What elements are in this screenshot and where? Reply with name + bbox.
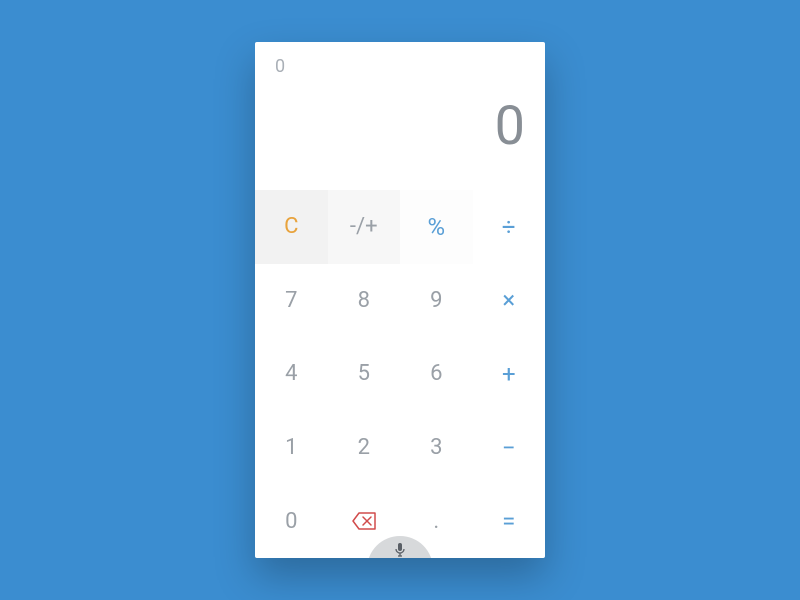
keypad-row-1: C -/+ % ÷ bbox=[255, 190, 545, 264]
display-area: 0 0 bbox=[255, 42, 545, 172]
digit-3-button[interactable]: 3 bbox=[400, 411, 473, 485]
digit-2-button[interactable]: 2 bbox=[328, 411, 401, 485]
keypad-row-3: 4 5 6 + bbox=[255, 337, 545, 411]
plus-button[interactable]: + bbox=[473, 337, 546, 411]
digit-6-button[interactable]: 6 bbox=[400, 337, 473, 411]
keypad: C -/+ % ÷ 7 8 9 × 4 5 6 + 1 2 3 − 0 bbox=[255, 190, 545, 558]
display-secondary: 0 bbox=[275, 56, 525, 80]
keypad-row-4: 1 2 3 − bbox=[255, 411, 545, 485]
display-primary: 0 bbox=[275, 100, 525, 154]
digit-4-button[interactable]: 4 bbox=[255, 337, 328, 411]
digit-5-button[interactable]: 5 bbox=[328, 337, 401, 411]
multiply-button[interactable]: × bbox=[473, 264, 546, 338]
backspace-icon bbox=[352, 512, 376, 530]
digit-7-button[interactable]: 7 bbox=[255, 264, 328, 338]
clear-button[interactable]: C bbox=[255, 190, 328, 264]
digit-0-button[interactable]: 0 bbox=[255, 484, 328, 558]
divide-button[interactable]: ÷ bbox=[473, 190, 546, 264]
keypad-row-2: 7 8 9 × bbox=[255, 264, 545, 338]
sign-toggle-button[interactable]: -/+ bbox=[328, 190, 401, 264]
digit-1-button[interactable]: 1 bbox=[255, 411, 328, 485]
digit-8-button[interactable]: 8 bbox=[328, 264, 401, 338]
percent-button[interactable]: % bbox=[400, 190, 473, 264]
equals-button[interactable]: = bbox=[473, 484, 546, 558]
digit-9-button[interactable]: 9 bbox=[400, 264, 473, 338]
spacer bbox=[255, 172, 545, 190]
calculator-window: 0 0 C -/+ % ÷ 7 8 9 × 4 5 6 + 1 2 3 − bbox=[255, 42, 545, 558]
minus-button[interactable]: − bbox=[473, 411, 546, 485]
microphone-icon bbox=[394, 542, 406, 558]
